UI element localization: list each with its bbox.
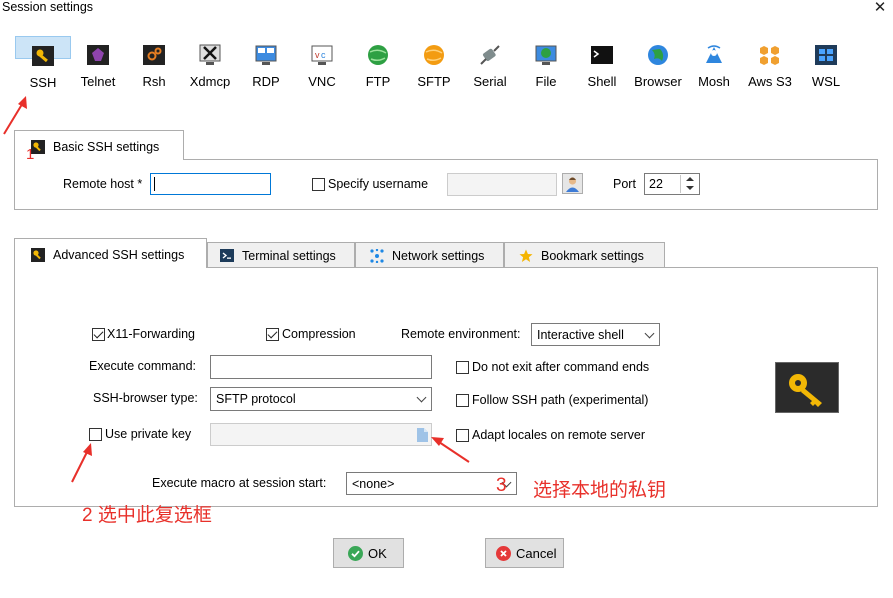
annotation-step-1: 1	[26, 146, 35, 163]
annotation-arrow-3	[435, 439, 470, 463]
annotation-arrow-1	[3, 100, 25, 135]
annotation-step-3-text: 选择本地的私钥	[533, 480, 667, 501]
annotation-step-3-number: 3	[496, 475, 507, 496]
annotation-step-2: 2 选中此复选框	[82, 505, 212, 526]
